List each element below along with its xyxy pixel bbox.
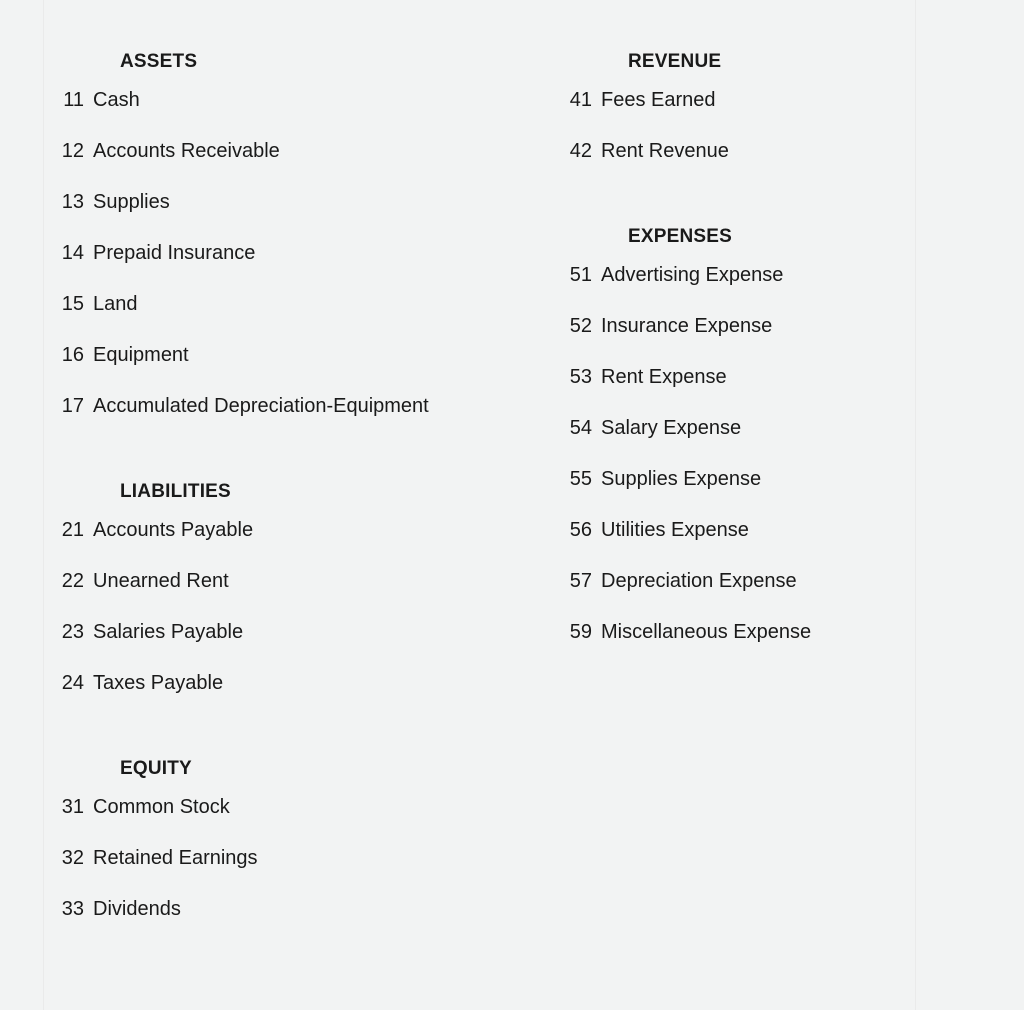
account-row: 23 Salaries Payable bbox=[44, 607, 554, 658]
account-name: Supplies bbox=[93, 191, 170, 213]
account-name: Advertising Expense bbox=[601, 264, 784, 286]
account-list: 41 Fees Earned 42 Rent Revenue bbox=[552, 75, 915, 177]
account-row: 57 Depreciation Expense bbox=[552, 556, 915, 607]
account-row: 54 Salary Expense bbox=[552, 403, 915, 454]
account-name: Unearned Rent bbox=[93, 570, 229, 592]
account-number: 15 bbox=[61, 293, 84, 315]
section-header: ASSETS bbox=[120, 51, 198, 72]
section-header: EQUITY bbox=[120, 758, 192, 779]
account-number: 41 bbox=[569, 89, 592, 111]
account-number: 31 bbox=[61, 796, 84, 818]
section-header: LIABILITIES bbox=[120, 481, 231, 502]
account-name: Rent Revenue bbox=[601, 140, 729, 162]
right-margin-rule bbox=[915, 0, 916, 1010]
account-row: 13 Supplies bbox=[44, 177, 554, 228]
account-number: 54 bbox=[569, 417, 592, 439]
account-number: 13 bbox=[61, 191, 84, 213]
account-name: Accumulated Depreciation-Equipment bbox=[93, 395, 429, 417]
chart-of-accounts-page: ASSETS 11 Cash 12 Accounts Receivable 13 Suppl… bbox=[0, 0, 1024, 1010]
account-list: 51 Advertising Expense 52 Insurance Expense… bbox=[552, 250, 915, 658]
account-number: 57 bbox=[569, 570, 592, 592]
account-number: 59 bbox=[569, 621, 592, 643]
section-header: EXPENSES bbox=[628, 226, 733, 247]
account-name: Salary Expense bbox=[601, 417, 742, 439]
accounts-column-right: REVENUE 41 Fees Earned 42 Rent Revenue EXPENS… bbox=[552, 0, 915, 1010]
account-number: 23 bbox=[61, 621, 84, 643]
account-number: 42 bbox=[569, 140, 592, 162]
account-name: Accounts Payable bbox=[93, 519, 254, 541]
account-row: 59 Miscellaneous Expense bbox=[552, 607, 915, 658]
account-number: 14 bbox=[61, 242, 84, 264]
account-number: 52 bbox=[569, 315, 592, 337]
account-section: EXPENSES 51 Advertising Expense 52 Insurance… bbox=[552, 224, 915, 658]
account-number: 12 bbox=[61, 140, 84, 162]
account-name: Dividends bbox=[93, 898, 181, 920]
account-row: 33 Dividends bbox=[44, 884, 554, 935]
account-number: 16 bbox=[61, 344, 84, 366]
accounts-column-left: ASSETS 11 Cash 12 Accounts Receivable 13 Suppl… bbox=[44, 0, 554, 1010]
account-name: Taxes Payable bbox=[93, 672, 224, 694]
account-row: 52 Insurance Expense bbox=[552, 301, 915, 352]
account-row: 16 Equipment bbox=[44, 330, 554, 381]
account-name: Cash bbox=[93, 89, 140, 111]
section-header: REVENUE bbox=[628, 51, 722, 72]
account-section: LIABILITIES 21 Accounts Payable 22 Unearned … bbox=[44, 479, 554, 709]
account-name: Accounts Receivable bbox=[93, 140, 280, 162]
account-number: 24 bbox=[61, 672, 84, 694]
account-row: 55 Supplies Expense bbox=[552, 454, 915, 505]
account-name: Common Stock bbox=[93, 796, 230, 818]
account-number: 11 bbox=[63, 89, 84, 111]
account-section: ASSETS 11 Cash 12 Accounts Receivable 13 Suppl… bbox=[44, 0, 554, 432]
account-name: Utilities Expense bbox=[601, 519, 749, 541]
account-name: Depreciation Expense bbox=[601, 570, 797, 592]
account-number: 32 bbox=[61, 847, 84, 869]
account-row: 11 Cash bbox=[44, 75, 554, 126]
account-row: 15 Land bbox=[44, 279, 554, 330]
account-row: 56 Utilities Expense bbox=[552, 505, 915, 556]
account-row: 42 Rent Revenue bbox=[552, 126, 915, 177]
account-number: 55 bbox=[569, 468, 592, 490]
account-number: 21 bbox=[61, 519, 84, 541]
account-row: 24 Taxes Payable bbox=[44, 658, 554, 709]
account-row: 51 Advertising Expense bbox=[552, 250, 915, 301]
account-row: 21 Accounts Payable bbox=[44, 505, 554, 556]
accounts-sheet: ASSETS 11 Cash 12 Accounts Receivable 13 Suppl… bbox=[44, 0, 915, 1010]
account-name: Land bbox=[93, 293, 138, 315]
account-name: Salaries Payable bbox=[93, 621, 244, 643]
account-row: 12 Accounts Receivable bbox=[44, 126, 554, 177]
account-row: 41 Fees Earned bbox=[552, 75, 915, 126]
account-number: 56 bbox=[569, 519, 592, 541]
account-list: 11 Cash 12 Accounts Receivable 13 Supplies 14 P… bbox=[44, 75, 554, 432]
account-name: Supplies Expense bbox=[601, 468, 762, 490]
account-number: 17 bbox=[61, 395, 84, 417]
account-name: Insurance Expense bbox=[601, 315, 773, 337]
account-name: Rent Expense bbox=[601, 366, 727, 388]
account-name: Retained Earnings bbox=[93, 847, 258, 869]
account-row: 53 Rent Expense bbox=[552, 352, 915, 403]
account-row: 31 Common Stock bbox=[44, 782, 554, 833]
account-row: 32 Retained Earnings bbox=[44, 833, 554, 884]
account-name: Fees Earned bbox=[601, 89, 716, 111]
account-number: 51 bbox=[569, 264, 592, 286]
account-row: 14 Prepaid Insurance bbox=[44, 228, 554, 279]
account-name: Equipment bbox=[93, 344, 189, 366]
account-name: Prepaid Insurance bbox=[93, 242, 256, 264]
account-number: 22 bbox=[61, 570, 84, 592]
account-list: 21 Accounts Payable 22 Unearned Rent 23 Salar… bbox=[44, 505, 554, 709]
account-list: 31 Common Stock 32 Retained Earnings 33 Divid… bbox=[44, 782, 554, 935]
account-row: 22 Unearned Rent bbox=[44, 556, 554, 607]
account-section: EQUITY 31 Common Stock 32 Retained Earnings 3… bbox=[44, 756, 554, 935]
account-number: 53 bbox=[569, 366, 592, 388]
account-number: 33 bbox=[61, 898, 84, 920]
account-row: 17 Accumulated Depreciation-Equipment bbox=[44, 381, 554, 432]
account-name: Miscellaneous Expense bbox=[601, 621, 812, 643]
account-section: REVENUE 41 Fees Earned 42 Rent Revenue bbox=[552, 0, 915, 177]
accounts-columns: ASSETS 11 Cash 12 Accounts Receivable 13 Suppl… bbox=[44, 0, 915, 1010]
